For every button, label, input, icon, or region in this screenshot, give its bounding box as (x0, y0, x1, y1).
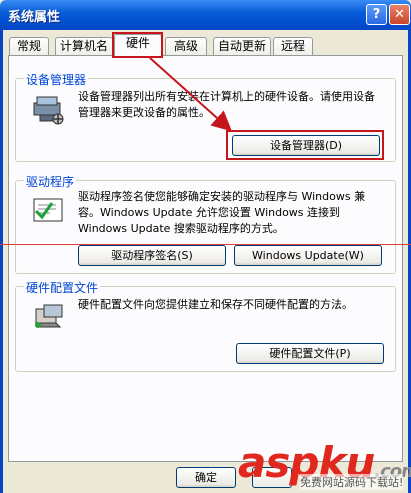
tab-computer-name[interactable]: 计算机名 (55, 37, 113, 55)
window-title: 系统属性 (8, 10, 61, 25)
ok-button[interactable]: 确定 (176, 467, 236, 488)
hardware-profiles-icon (34, 304, 63, 328)
title-bar: 系统属性 ? ✕ (0, 0, 411, 30)
driver-signing-icon (33, 198, 63, 222)
window-frame-left (0, 30, 3, 493)
tab-automatic-updates[interactable]: 自动更新 (213, 37, 271, 55)
device-manager-icon (33, 96, 64, 125)
guide-line (0, 244, 411, 245)
watermark-subtitle: 免费网站源码下载站! (300, 474, 404, 490)
hardware-profiles-group: 硬件配置文件 硬件配置文件向您提供建立和保存不同硬件配置的方法。 硬件配置文件(… (15, 279, 396, 372)
device-manager-highlight-box (226, 130, 384, 160)
device-manager-group: 设备管理器 设备管理器列出所有安装在计算机上的硬件设备。请使用设备管理器来更改设… (15, 71, 396, 162)
hardware-profiles-button[interactable]: 硬件配置文件(P) (236, 343, 384, 364)
tab-panel: 设备管理器 设备管理器列出所有安装在计算机上的硬件设备。请使用设备管理器来更改设… (8, 55, 403, 462)
tab-advanced[interactable]: 高级 (165, 37, 207, 55)
help-button[interactable]: ? (366, 4, 387, 25)
tab-highlight-box (112, 32, 163, 58)
windows-update-button[interactable]: Windows Update(W) (234, 245, 382, 266)
tab-remote[interactable]: 远程 (273, 37, 313, 55)
driver-signing-button[interactable]: 驱动程序签名(S) (78, 245, 226, 266)
drivers-description: 驱动程序签名使您能够确定安装的驱动程序与 Windows 兼容。Windows … (78, 190, 366, 235)
tab-general[interactable]: 常规 (9, 37, 49, 55)
device-manager-description: 设备管理器列出所有安装在计算机上的硬件设备。请使用设备管理器来更改设备的属性。 (78, 90, 375, 119)
hardware-profiles-description: 硬件配置文件向您提供建立和保存不同硬件配置的方法。 (78, 298, 353, 311)
close-icon: ✕ (394, 7, 405, 22)
hardware-profiles-title: 硬件配置文件 (24, 279, 101, 296)
close-button[interactable]: ✕ (389, 4, 410, 25)
drivers-title: 驱动程序 (24, 173, 77, 190)
drivers-group: 驱动程序 驱动程序签名使您能够确定安装的驱动程序与 Windows 兼容。Win… (15, 173, 396, 274)
device-manager-title: 设备管理器 (24, 71, 89, 88)
